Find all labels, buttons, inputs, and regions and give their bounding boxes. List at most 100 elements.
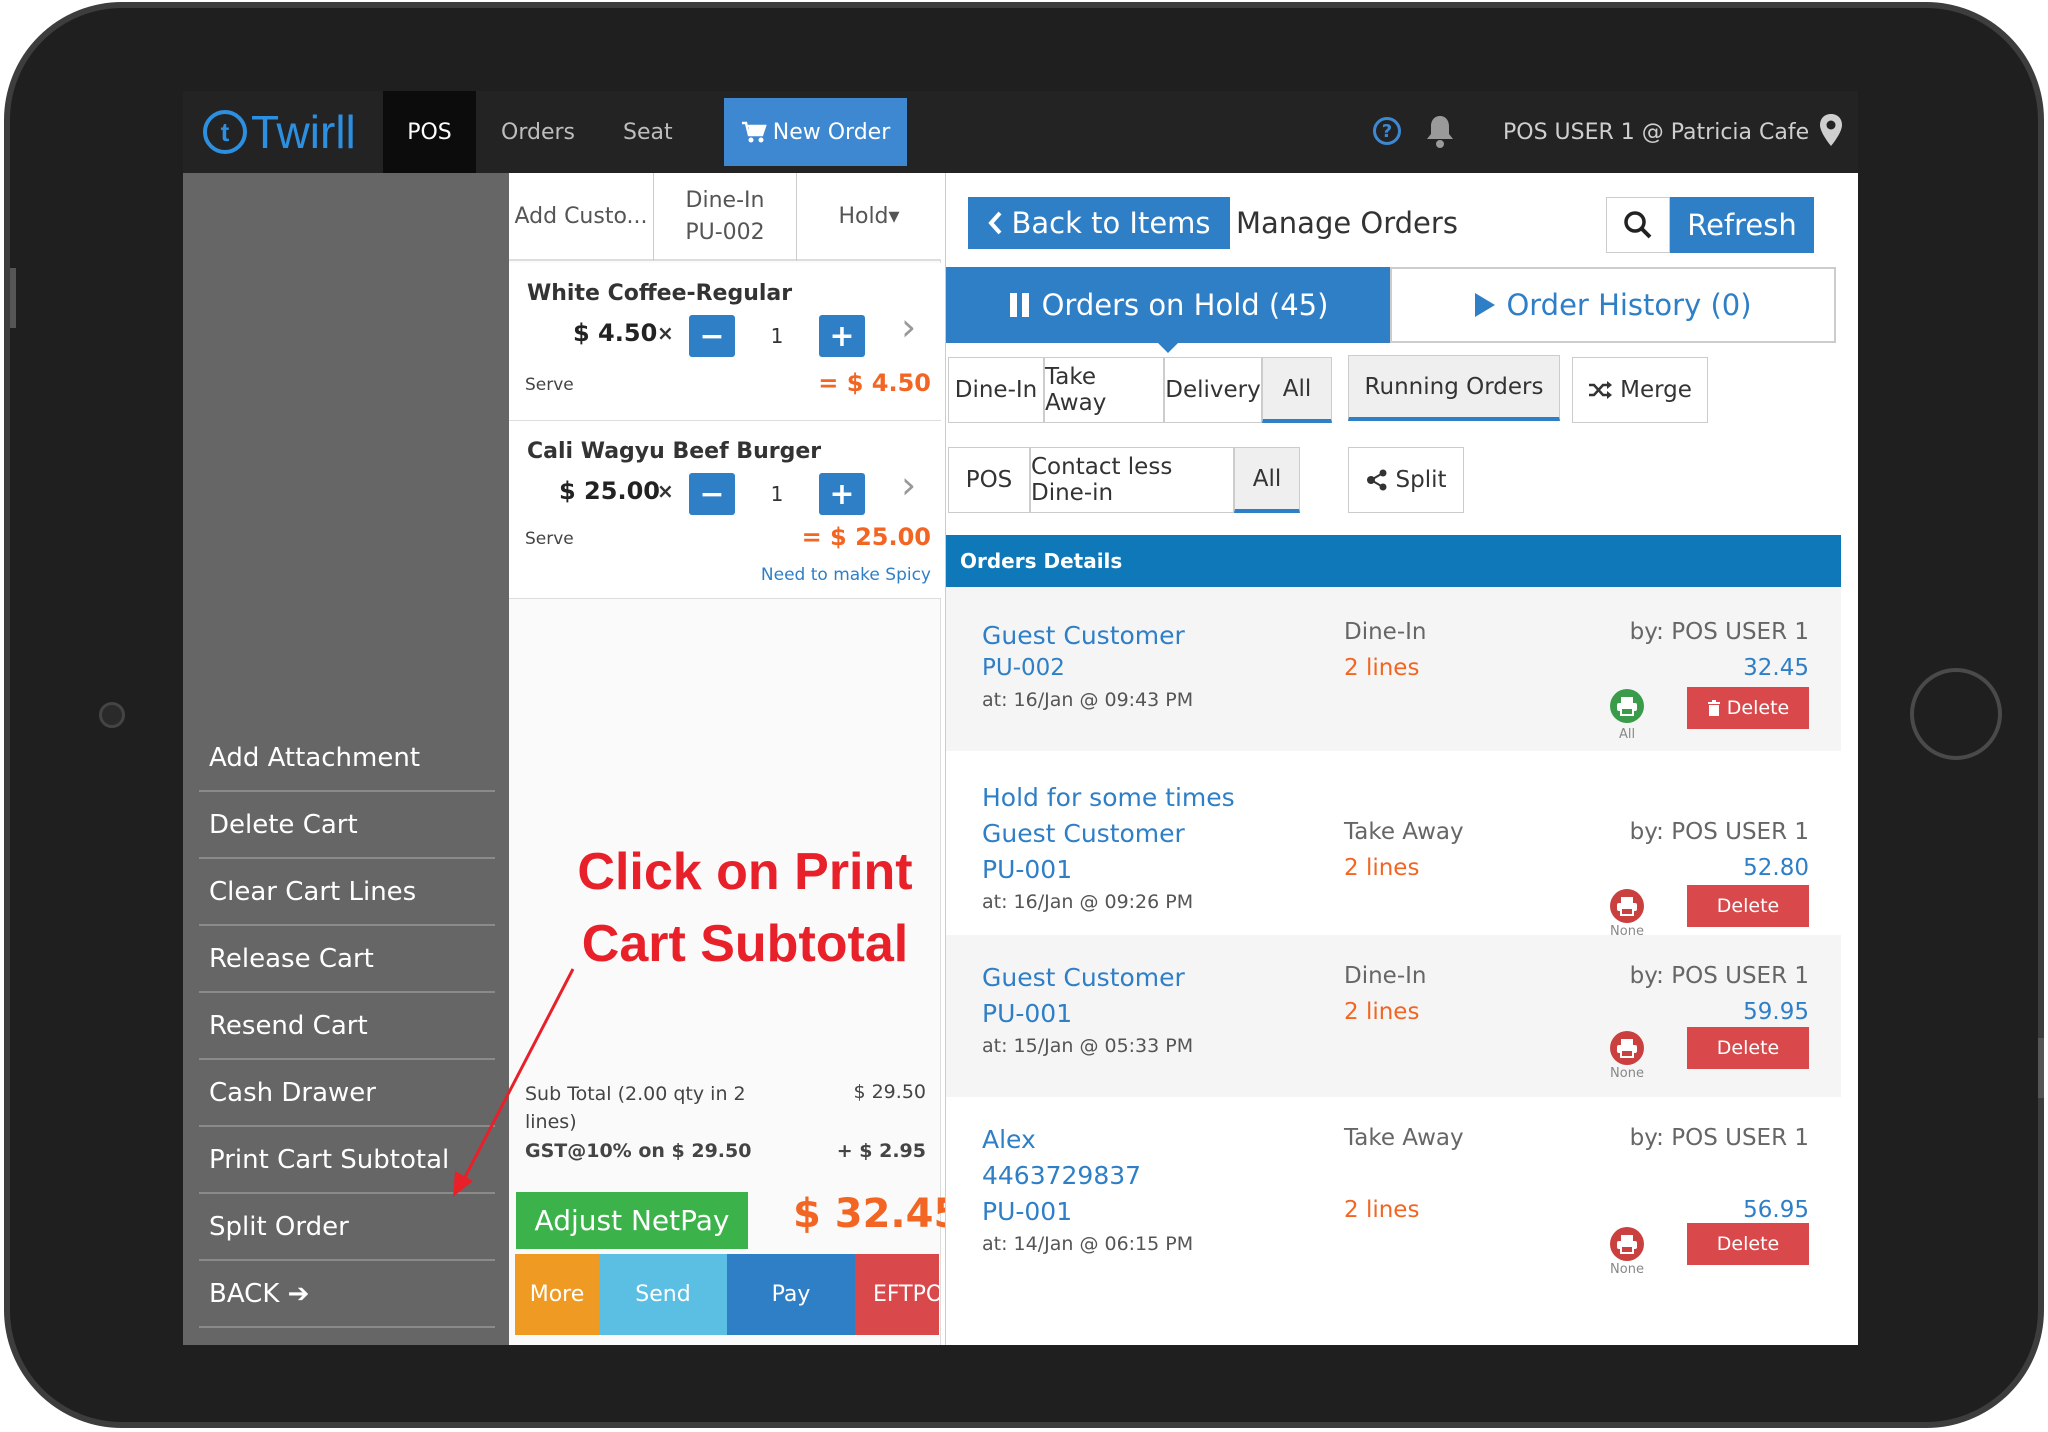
gst-value: + $ 2.95 [836,1140,926,1162]
increase-qty-button[interactable]: + [819,315,865,357]
refresh-button[interactable]: Refresh [1670,197,1814,253]
filter-source-pos[interactable]: POS [948,447,1030,513]
cart-line[interactable]: White Coffee-Regular $ 4.50 × − 1 + › Se… [509,263,941,421]
order-lines[interactable]: 2 lines [1344,1197,1419,1223]
order-phone[interactable]: 4463729837 [982,1161,1141,1190]
hold-dropdown[interactable]: Hold▾ [797,173,941,261]
order-number[interactable]: PU-002 [982,655,1065,681]
order-type-button[interactable]: Dine-In PU-002 [654,173,797,261]
printer-icon[interactable] [1610,689,1644,723]
power-button [2038,1038,2044,1098]
nav-seat[interactable]: Seat [623,91,673,173]
search-button[interactable] [1606,197,1670,253]
order-number[interactable]: PU-001 [982,855,1072,884]
twirll-logo[interactable]: t Twirll [203,105,356,159]
nav-orders[interactable]: Orders [501,91,575,173]
chevron-right-icon[interactable]: › [901,463,916,507]
filter-all-types[interactable]: All [1262,357,1332,423]
user-location-label[interactable]: POS USER 1 @ Patricia Cafe [1503,91,1809,173]
order-customer[interactable]: Guest Customer [982,819,1185,848]
chevron-right-icon[interactable]: › [901,305,916,349]
cart-line-name: White Coffee-Regular [527,281,793,306]
filter-take-away[interactable]: Take Away [1044,357,1164,423]
print-status-label: None [1610,1066,1644,1081]
sidebar-item-add-attachment[interactable]: Add Attachment [199,725,495,792]
qty-value[interactable]: 1 [737,473,817,515]
tab-orders-on-hold[interactable]: Orders on Hold (45) [946,267,1390,353]
delete-order-button[interactable]: Delete [1687,885,1809,927]
new-order-button[interactable]: New Order [724,98,907,166]
cart-line-name: Cali Wagyu Beef Burger [527,439,822,464]
nav-pos[interactable]: POS [383,91,476,173]
filter-delivery[interactable]: Delivery [1164,357,1262,423]
bell-icon[interactable] [1423,113,1457,149]
order-type: Take Away [1344,1125,1464,1151]
filter-dine-in[interactable]: Dine-In [948,357,1044,423]
order-customer[interactable]: Alex [982,1125,1036,1154]
order-time: at: 15/Jan @ 05:33 PM [982,1035,1194,1057]
order-row[interactable]: Guest Customer PU-002 at: 16/Jan @ 09:43… [946,587,1841,751]
order-number[interactable]: PU-001 [982,999,1072,1028]
sidebar-item-clear-cart-lines[interactable]: Clear Cart Lines [199,859,495,926]
app-screen: t Twirll POS Orders Seat New Order ? POS… [183,91,1858,1345]
order-time: at: 14/Jan @ 06:15 PM [982,1233,1194,1255]
sidebar-item-split-order[interactable]: Split Order [199,1194,495,1261]
add-customer-button[interactable]: Add Custo... [509,173,654,261]
active-tab-caret [1158,343,1178,353]
order-lines[interactable]: 2 lines [1344,855,1419,881]
cart-line-status: Serve [525,375,574,395]
eftpos-button[interactable]: EFTPOS [855,1254,939,1335]
delete-order-button[interactable]: Delete [1687,687,1809,729]
filter-source-contactless[interactable]: Contact less Dine-in [1030,447,1234,513]
order-amount: 59.95 [1743,999,1809,1025]
tutorial-annotation: Click on Print Cart Subtotal [577,843,913,973]
increase-qty-button[interactable]: + [819,473,865,515]
order-row[interactable]: Alex 4463729837 PU-001 at: 14/Jan @ 06:1… [946,1097,1841,1297]
cart-line-total: = $ 25.00 [801,523,931,551]
order-type: Take Away [1344,819,1464,845]
decrease-qty-button[interactable]: − [689,315,735,357]
orders-details-header: Orders Details [946,535,1841,587]
tab-order-history[interactable]: Order History (0) [1390,267,1836,343]
delete-order-button[interactable]: Delete [1687,1027,1809,1069]
back-to-items-button[interactable]: Back to Items [968,197,1230,249]
order-amount: 52.80 [1743,855,1809,881]
logo-text: Twirll [251,106,356,158]
order-amount: 32.45 [1743,655,1809,681]
cart-line[interactable]: Cali Wagyu Beef Burger $ 25.00 × − 1 + ›… [509,421,941,599]
order-type: Dine-In [1344,619,1427,645]
merge-button[interactable]: Merge [1572,357,1708,423]
sidebar-item-delete-cart[interactable]: Delete Cart [199,792,495,859]
qty-value[interactable]: 1 [737,315,817,357]
order-hold-label[interactable]: Hold for some times [982,783,1235,812]
decrease-qty-button[interactable]: − [689,473,735,515]
filter-source-all[interactable]: All [1234,447,1300,513]
order-by: by: POS USER 1 [1629,1125,1809,1151]
delete-label: Delete [1726,697,1790,719]
more-button[interactable]: More [515,1254,599,1335]
order-customer[interactable]: Guest Customer [982,963,1185,992]
home-button[interactable] [1910,668,2002,760]
split-button[interactable]: Split [1348,447,1464,513]
sidebar-item-back[interactable]: BACK ➔ [199,1261,495,1328]
netpay-total: $ 32.45 [793,1191,962,1237]
order-lines[interactable]: 2 lines [1344,999,1419,1025]
pay-button[interactable]: Pay [727,1254,855,1335]
order-number[interactable]: PU-001 [982,1197,1072,1226]
location-pin-icon[interactable] [1818,113,1844,147]
order-row[interactable]: Guest Customer PU-001 at: 15/Jan @ 05:33… [946,935,1841,1097]
printer-icon[interactable] [1610,1227,1644,1261]
send-button[interactable]: Send [599,1254,727,1335]
delete-order-button[interactable]: Delete [1687,1223,1809,1265]
order-customer[interactable]: Guest Customer [982,621,1185,650]
subtotal-value: $ 29.50 [853,1081,926,1103]
order-type: Dine-In [1344,963,1427,989]
search-icon [1624,211,1652,239]
printer-icon[interactable] [1610,889,1644,923]
play-icon [1475,293,1496,317]
help-icon[interactable]: ? [1373,117,1401,145]
order-lines[interactable]: 2 lines [1344,655,1419,681]
printer-icon[interactable] [1610,1031,1644,1065]
order-row[interactable]: Hold for some times Guest Customer PU-00… [946,751,1841,939]
running-orders-button[interactable]: Running Orders [1348,355,1560,421]
